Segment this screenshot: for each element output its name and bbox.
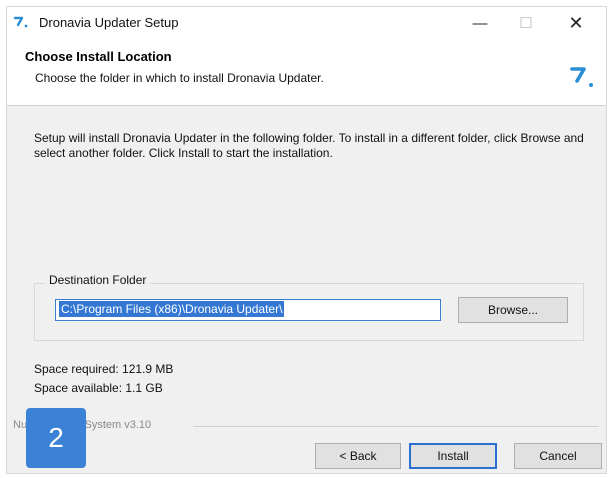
back-button[interactable]: < Back bbox=[315, 443, 401, 469]
destination-path-text: C:\Program Files (x86)\Dronavia Updater\ bbox=[59, 301, 285, 317]
title-bar[interactable]: Dronavia Updater Setup — ☐ ✕ bbox=[7, 7, 606, 39]
maximize-button[interactable]: ☐ bbox=[503, 7, 549, 39]
intro-text: Setup will install Dronavia Updater in t… bbox=[34, 131, 584, 160]
installer-window: Dronavia Updater Setup — ☐ ✕ Choose Inst… bbox=[6, 6, 607, 474]
destination-path-input[interactable]: C:\Program Files (x86)\Dronavia Updater\ bbox=[55, 299, 441, 321]
browse-button[interactable]: Browse... bbox=[458, 297, 568, 323]
install-button[interactable]: Install bbox=[409, 443, 497, 469]
page-subtitle: Choose the folder in which to install Dr… bbox=[35, 71, 324, 85]
step-badge: 2 bbox=[26, 408, 86, 468]
destination-label: Destination Folder bbox=[45, 273, 151, 287]
space-available: Space available: 1.1 GB bbox=[34, 381, 163, 395]
minimize-button[interactable]: — bbox=[457, 7, 503, 39]
window-title: Dronavia Updater Setup bbox=[39, 15, 179, 30]
space-required: Space required: 121.9 MB bbox=[34, 362, 174, 376]
page-header: Choose Install Location Choose the folde… bbox=[7, 39, 606, 106]
dronavia-logo-icon bbox=[13, 16, 28, 28]
divider bbox=[193, 426, 599, 427]
dronavia-logo-icon bbox=[570, 67, 593, 87]
cancel-button[interactable]: Cancel bbox=[514, 443, 602, 469]
page-title: Choose Install Location bbox=[25, 49, 172, 64]
close-button[interactable]: ✕ bbox=[553, 7, 599, 39]
